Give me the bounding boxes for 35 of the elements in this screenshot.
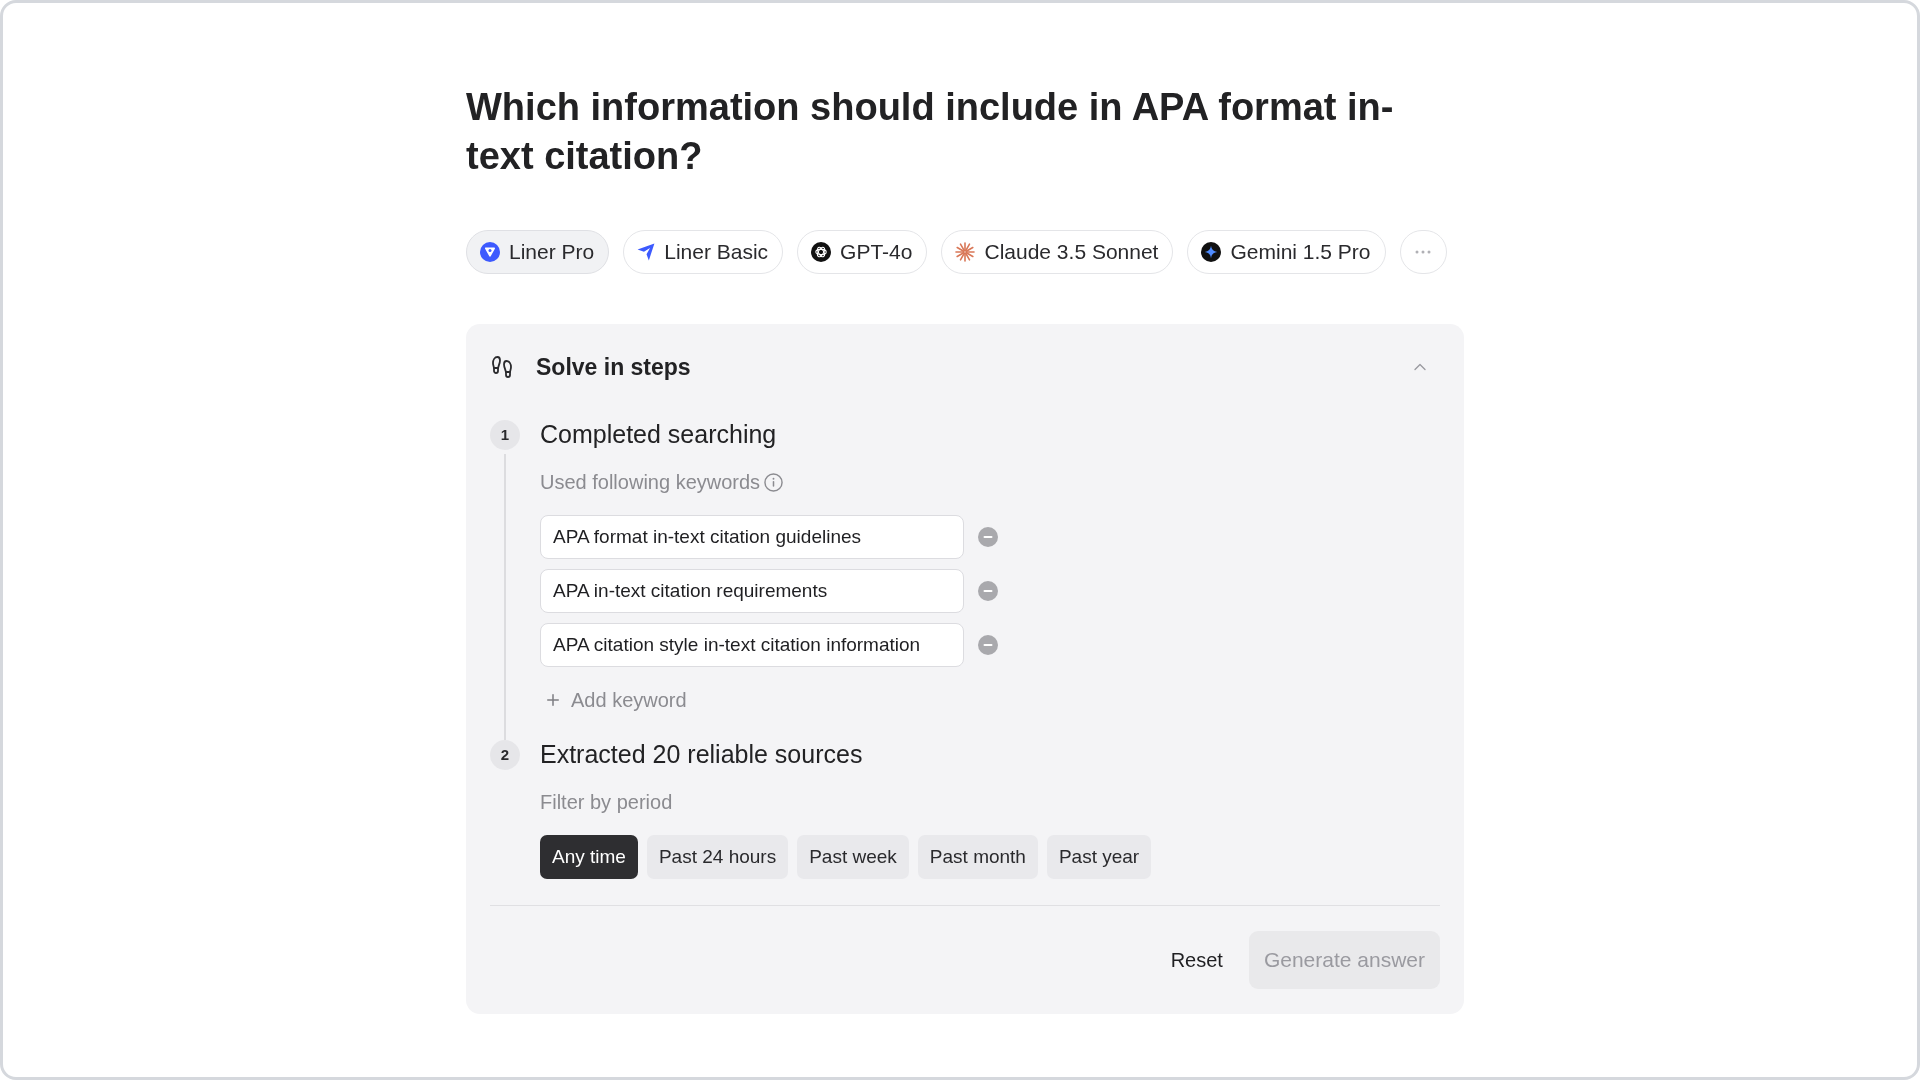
more-button[interactable] xyxy=(1399,230,1447,274)
question-title: Which information should include in APA format in-text citation? xyxy=(466,85,1395,179)
model-tab[interactable]: Claude 3.5 Sonnet xyxy=(941,230,1174,274)
model-tab[interactable]: GPT-4o xyxy=(797,230,928,274)
model-tab[interactable]: Gemini 1.5 Pro xyxy=(1187,230,1386,274)
keyword-field[interactable]: APA citation style in-text citation information xyxy=(540,623,964,667)
more-icon xyxy=(1415,250,1431,254)
period-option[interactable]: Past year xyxy=(1046,835,1152,879)
minus-circle-icon[interactable] xyxy=(978,635,998,655)
knot-logo-icon xyxy=(811,242,832,262)
footprints-icon xyxy=(490,355,514,379)
step-title: Completed searching xyxy=(540,419,777,451)
info-icon[interactable] xyxy=(764,472,784,492)
plane-icon xyxy=(637,243,656,261)
period-option[interactable]: Past month xyxy=(917,835,1038,879)
minus-circle-icon[interactable] xyxy=(978,581,998,601)
plus-icon xyxy=(544,691,562,709)
reset-button[interactable]: Reset xyxy=(1158,931,1235,989)
sparkle-icon xyxy=(1201,242,1222,262)
keyword-field[interactable]: APA in-text citation requirements xyxy=(540,569,964,613)
period-option[interactable]: Any time xyxy=(540,835,638,879)
step-number: 1 xyxy=(490,420,520,450)
model-tab[interactable]: Liner Pro xyxy=(466,230,610,274)
step-title: Extracted 20 reliable sources xyxy=(540,739,863,771)
starburst-icon xyxy=(955,242,976,262)
minus-circle-icon[interactable] xyxy=(978,527,998,547)
shield-logo-icon xyxy=(480,242,500,262)
period-option[interactable]: Past 24 hours xyxy=(646,835,789,879)
model-tab[interactable]: Liner Basic xyxy=(623,230,784,274)
keyword-field[interactable]: APA format in-text citation guidelines xyxy=(540,515,964,559)
period-option[interactable]: Past week xyxy=(797,835,909,879)
step-number: 2 xyxy=(490,740,520,770)
keywords-label: Used following keywords xyxy=(540,470,761,495)
panel-title: Solve in steps xyxy=(536,352,691,382)
filter-label: Filter by period xyxy=(540,790,673,815)
